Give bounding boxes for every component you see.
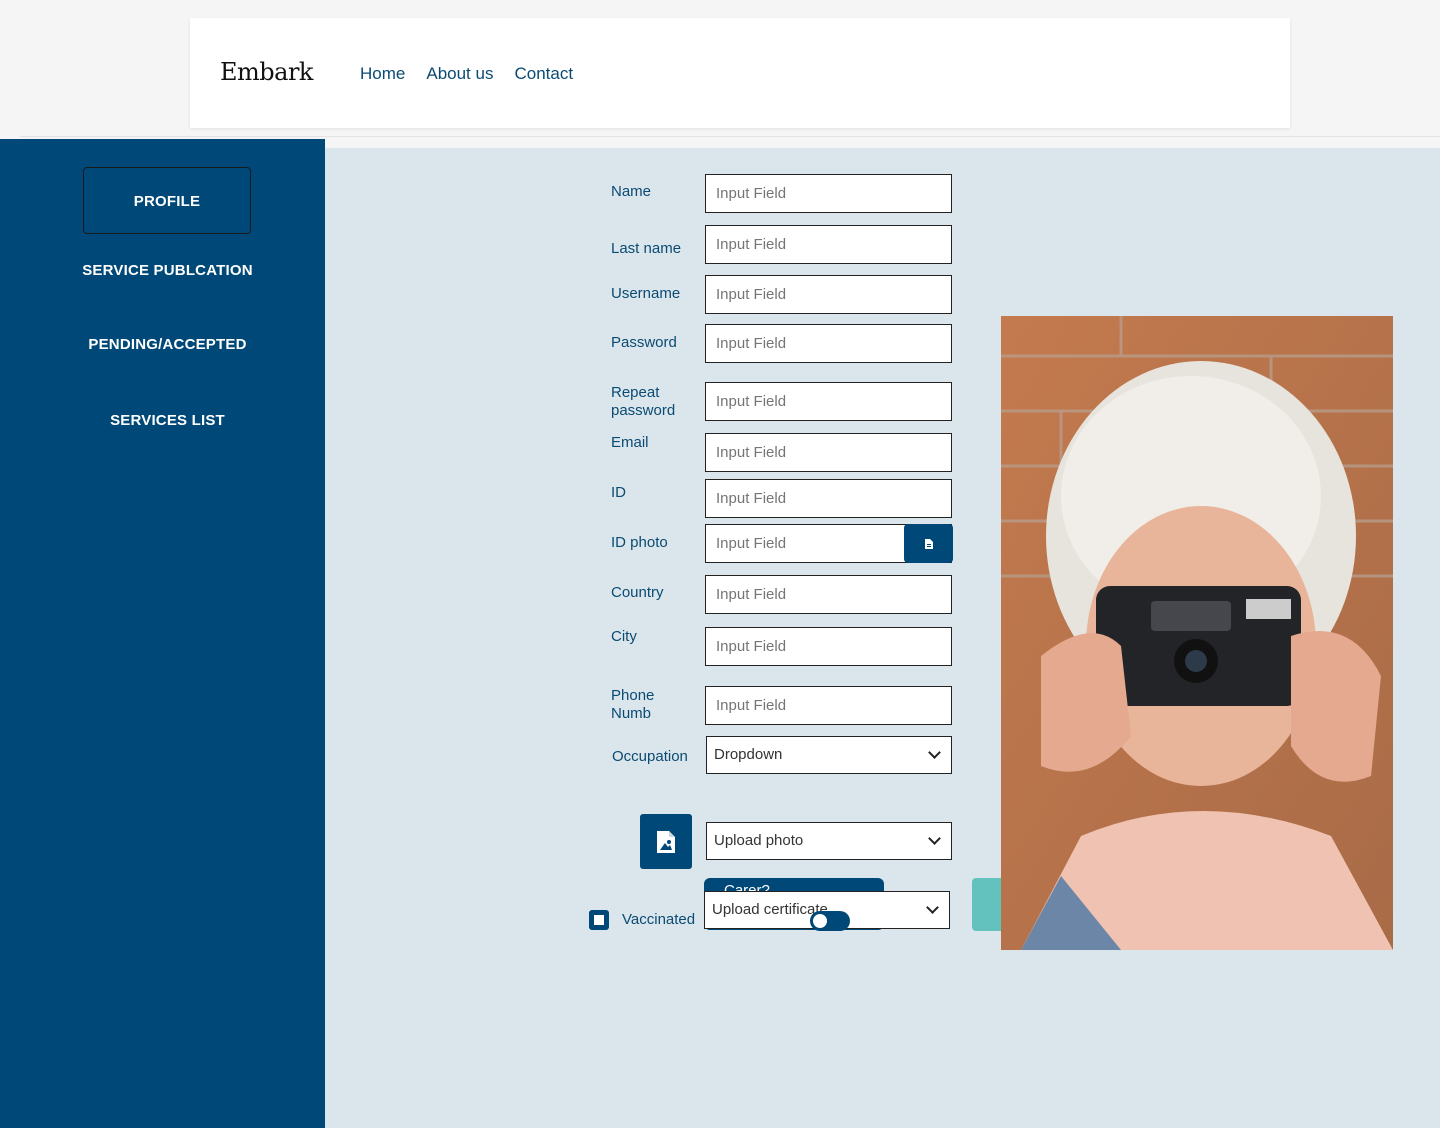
username-input[interactable] <box>705 275 952 314</box>
last-name-label: Last name <box>611 240 682 257</box>
profile-photo <box>1001 316 1393 950</box>
id-photo-label: ID photo <box>611 534 668 551</box>
repeat-password-label-line2: password <box>611 402 676 419</box>
nav-about-link[interactable]: About us <box>426 64 493 84</box>
email-label: Email <box>611 434 649 451</box>
name-input[interactable] <box>705 174 952 213</box>
repeat-password-label: Repeat password <box>611 384 675 420</box>
name-label: Name <box>611 183 652 200</box>
id-input[interactable] <box>705 479 952 518</box>
country-input[interactable] <box>705 575 952 614</box>
chevron-down-icon <box>928 746 941 759</box>
upload-photo-dropdown-value: Upload photo <box>714 832 804 849</box>
sidebar-item-service-publication[interactable]: SERVICE PUBLCATION <box>0 262 335 279</box>
file-icon <box>925 538 933 549</box>
carer-toggle[interactable] <box>810 911 850 931</box>
image-file-icon <box>657 830 675 853</box>
upload-photo-dropdown[interactable]: Upload photo <box>706 822 952 860</box>
main-nav: Home About us Contact <box>360 64 573 84</box>
checkbox-inner <box>594 915 604 925</box>
id-label: ID <box>611 484 626 501</box>
vaccinated-checkbox[interactable] <box>589 910 609 930</box>
elderly-woman-with-camera-image <box>1001 316 1393 950</box>
occupation-dropdown[interactable]: Dropdown <box>706 736 952 774</box>
sidebar: PROFILE SERVICE PUBLCATION PENDING/ACCEP… <box>0 139 325 1128</box>
nav-contact-link[interactable]: Contact <box>514 64 573 84</box>
nav-home-link[interactable]: Home <box>360 64 405 84</box>
password-input[interactable] <box>705 324 952 363</box>
sidebar-item-services-list[interactable]: SERVICES LIST <box>0 412 335 429</box>
username-label: Username <box>611 285 681 302</box>
id-photo-file-button[interactable] <box>904 524 953 563</box>
phone-label: Phone Numb <box>611 687 654 723</box>
last-name-input[interactable] <box>705 225 952 264</box>
chevron-down-icon <box>928 832 941 845</box>
upload-photo-button[interactable] <box>640 814 692 869</box>
repeat-password-input[interactable] <box>705 382 952 421</box>
city-input[interactable] <box>705 627 952 666</box>
phone-label-line2: Numb <box>611 705 652 722</box>
header: Embark Home About us Contact <box>190 18 1290 128</box>
city-label: City <box>611 628 637 645</box>
sidebar-item-profile[interactable]: PROFILE <box>83 167 251 234</box>
email-input[interactable] <box>705 433 952 472</box>
brand-logo[interactable]: Embark <box>220 58 313 86</box>
phone-label-line1: Phone <box>611 687 655 704</box>
repeat-password-label-line1: Repeat <box>611 384 660 401</box>
sidebar-item-pending-accepted[interactable]: PENDING/ACCEPTED <box>0 336 335 353</box>
toggle-knob <box>813 914 827 928</box>
password-label: Password <box>611 334 677 351</box>
occupation-label: Occupation <box>612 748 688 765</box>
occupation-dropdown-value: Dropdown <box>714 746 783 763</box>
country-label: Country <box>611 584 664 601</box>
chevron-down-icon <box>926 901 939 914</box>
vaccinated-label: Vaccinated <box>622 911 696 928</box>
phone-input[interactable] <box>705 686 952 725</box>
